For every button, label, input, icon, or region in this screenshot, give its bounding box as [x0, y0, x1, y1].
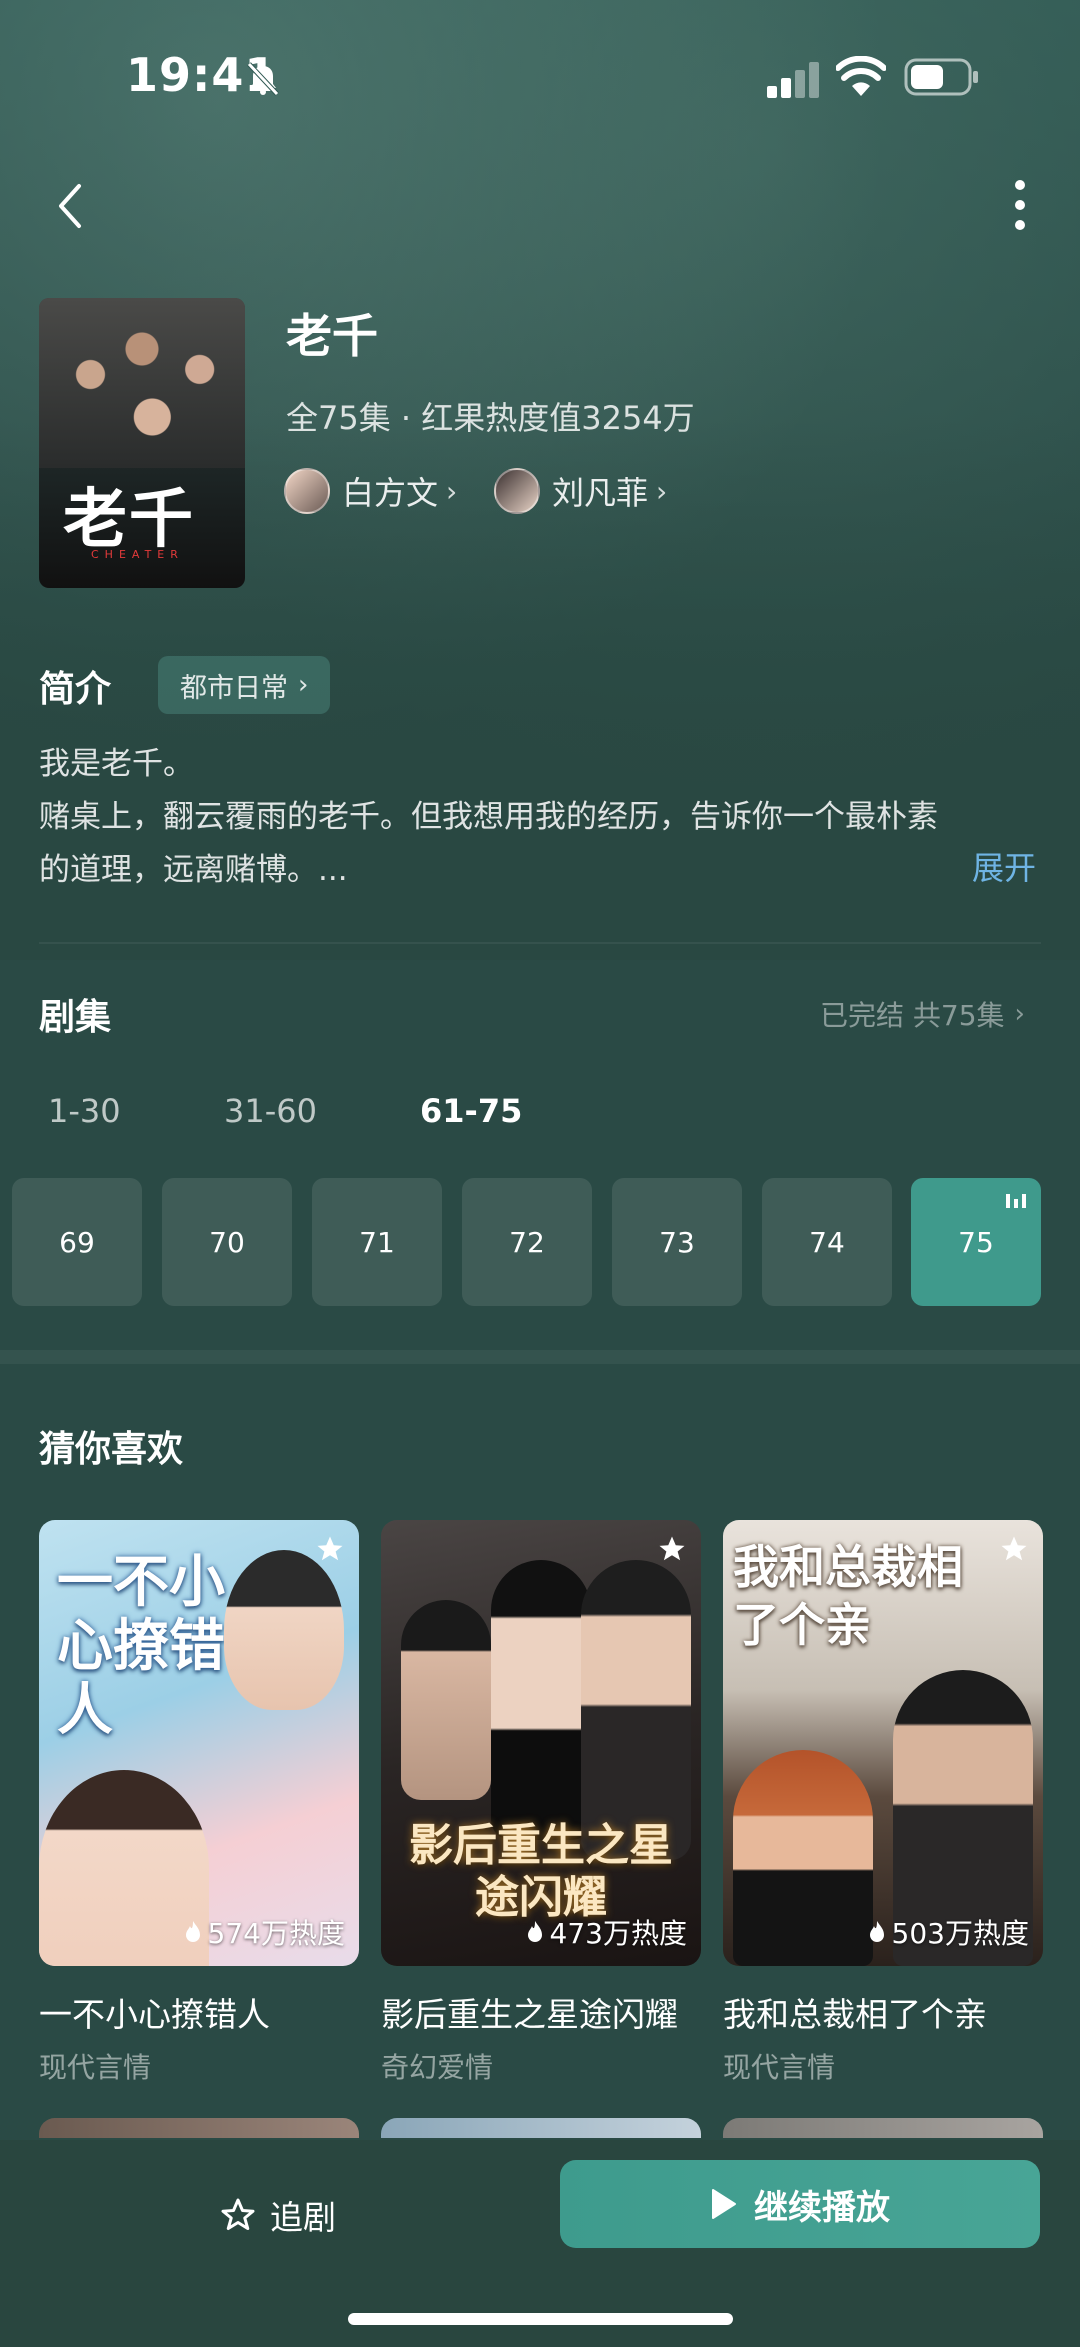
- episode-number: 70: [209, 1225, 245, 1259]
- heat-badge: 473万热度: [526, 1912, 687, 1952]
- star-outline-icon: [221, 2198, 255, 2230]
- wifi-icon: [836, 56, 886, 96]
- continue-play-label: 继续播放: [754, 2187, 890, 2228]
- recommend-title: 我和总裁相了个亲: [723, 1995, 987, 2034]
- episode-button-73[interactable]: 73: [612, 1178, 742, 1306]
- section-separator: [0, 1350, 1080, 1364]
- heat-badge: 574万热度: [184, 1912, 345, 1952]
- follow-button[interactable]: 追剧: [220, 2180, 336, 2250]
- cover-figure: [491, 1560, 591, 1840]
- recommend-card-peek[interactable]: [381, 2118, 701, 2138]
- chevron-right-icon: ›: [298, 670, 309, 700]
- status-bar: 19:41: [0, 0, 1080, 150]
- signal-icon: [767, 62, 819, 98]
- episode-number: 75: [958, 1225, 994, 1259]
- recommend-cover: 一不小心撩错人 574万热度: [39, 1520, 359, 1966]
- recommend-card-peek[interactable]: [39, 2118, 359, 2138]
- back-button[interactable]: [40, 168, 100, 244]
- actor-name: 刘凡菲: [552, 474, 649, 512]
- battery-icon: [904, 58, 978, 96]
- play-icon: [712, 2189, 736, 2219]
- star-icon: [1001, 1536, 1027, 1561]
- intro-line: 我是老千。: [39, 746, 194, 782]
- heat-badge: 503万热度: [868, 1912, 1029, 1952]
- cover-figure: [733, 1750, 873, 1966]
- actor-name: 白方文: [342, 474, 439, 512]
- home-indicator[interactable]: [348, 2313, 733, 2325]
- cover-figure: [224, 1550, 344, 1710]
- recommend-title: 影后重生之星途闪耀: [381, 1995, 678, 2034]
- star-icon: [317, 1536, 343, 1561]
- recommend-title: 一不小心撩错人: [39, 1995, 270, 2034]
- episode-number: 71: [359, 1225, 395, 1259]
- show-title: 老千: [286, 309, 378, 363]
- genre-tag-label: 都市日常: [180, 672, 288, 704]
- episode-button-71[interactable]: 71: [312, 1178, 442, 1306]
- avatar: [284, 468, 330, 514]
- show-meta: 全75集 · 红果热度值3254万: [286, 399, 695, 437]
- now-playing-icon: [1006, 1194, 1026, 1208]
- episode-button-69[interactable]: 69: [12, 1178, 142, 1306]
- episode-button-72[interactable]: 72: [462, 1178, 592, 1306]
- chevron-left-icon: [59, 184, 81, 228]
- episode-number: 72: [509, 1225, 545, 1259]
- poster-art: [39, 298, 245, 468]
- recommend-card-2[interactable]: 影后重生之星途闪耀 473万热度 影后重生之星途闪耀 奇幻爱情: [381, 1520, 701, 2086]
- cover-figure: [401, 1600, 491, 1800]
- heat-value: 503万热度: [891, 1917, 1029, 1950]
- heat-value: 473万热度: [549, 1917, 687, 1950]
- chevron-right-icon: ›: [656, 474, 668, 508]
- flame-icon: [185, 1921, 200, 1942]
- episodes-heading: 剧集: [39, 997, 112, 1038]
- intro-text: 我是老千。 赌桌上，翻云覆雨的老千。但我想用我的经历，告诉你一个最朴素 的道理，…: [39, 738, 1039, 897]
- poster-subtitle-art: CHEATER: [91, 548, 184, 561]
- episodes-status-link[interactable]: 已完结 共75集 ›: [820, 994, 1025, 1034]
- heat-value: 574万热度: [207, 1917, 345, 1950]
- episode-number: 69: [59, 1225, 95, 1259]
- recommend-cover: 影后重生之星途闪耀 473万热度: [381, 1520, 701, 1966]
- recommend-genre: 现代言情: [723, 2051, 836, 2084]
- episodes-status-label: 已完结 共75集: [820, 999, 1005, 1032]
- intro-heading: 简介: [39, 669, 112, 710]
- episode-button-70[interactable]: 70: [162, 1178, 292, 1306]
- tab-range-31-60[interactable]: 31-60: [224, 1092, 317, 1130]
- star-icon: [659, 1536, 685, 1561]
- poster-title-art: 老千: [63, 482, 195, 557]
- intro-line: 的道理，远离赌博。...: [39, 852, 348, 888]
- mute-icon: [247, 62, 279, 96]
- episode-number: 73: [659, 1225, 695, 1259]
- actor-link-2[interactable]: 刘凡菲 ›: [494, 466, 667, 516]
- recommend-card-1[interactable]: 一不小心撩错人 574万热度 一不小心撩错人 现代言情: [39, 1520, 359, 2086]
- cover-figure: [581, 1560, 691, 1860]
- follow-label: 追剧: [270, 2198, 336, 2237]
- genre-tag-button[interactable]: 都市日常 ›: [158, 656, 331, 714]
- recommend-genre: 奇幻爱情: [381, 2051, 494, 2084]
- recommend-heading: 猜你喜欢: [39, 1429, 184, 1470]
- chevron-right-icon: ›: [1014, 999, 1025, 1029]
- divider: [39, 942, 1041, 944]
- episode-button-75[interactable]: 75: [911, 1178, 1041, 1306]
- more-vertical-icon: [1015, 180, 1025, 230]
- intro-line: 赌桌上，翻云覆雨的老千。但我想用我的经历，告诉你一个最朴素: [39, 799, 938, 835]
- cover-art-text: 影后重生之星途闪耀: [409, 1820, 673, 1923]
- actor-link-1[interactable]: 白方文 ›: [284, 466, 457, 516]
- tab-range-1-30[interactable]: 1-30: [48, 1092, 121, 1130]
- flame-icon: [527, 1921, 542, 1942]
- tab-range-61-75[interactable]: 61-75: [420, 1092, 522, 1130]
- episode-number: 74: [809, 1225, 845, 1259]
- show-detail-page: 19:41 老千 CHEATER 老千 全75集 · 红果热度值3254万 白方…: [0, 0, 1080, 2347]
- expand-link[interactable]: 展开: [972, 843, 1036, 889]
- recommend-cover: 我和总裁相了个亲 503万热度: [723, 1520, 1043, 1966]
- chevron-right-icon: ›: [446, 474, 458, 508]
- flame-icon: [869, 1921, 884, 1942]
- recommend-genre: 现代言情: [39, 2051, 152, 2084]
- cover-art-text: 我和总裁相了个亲: [733, 1540, 963, 1652]
- show-poster: 老千 CHEATER: [39, 298, 245, 588]
- more-button[interactable]: [1000, 170, 1040, 240]
- episode-button-74[interactable]: 74: [762, 1178, 892, 1306]
- avatar: [494, 468, 540, 514]
- recommend-card-3[interactable]: 我和总裁相了个亲 503万热度 我和总裁相了个亲 现代言情: [723, 1520, 1043, 2086]
- recommend-card-peek[interactable]: [723, 2118, 1043, 2138]
- continue-play-button[interactable]: 继续播放: [560, 2160, 1040, 2248]
